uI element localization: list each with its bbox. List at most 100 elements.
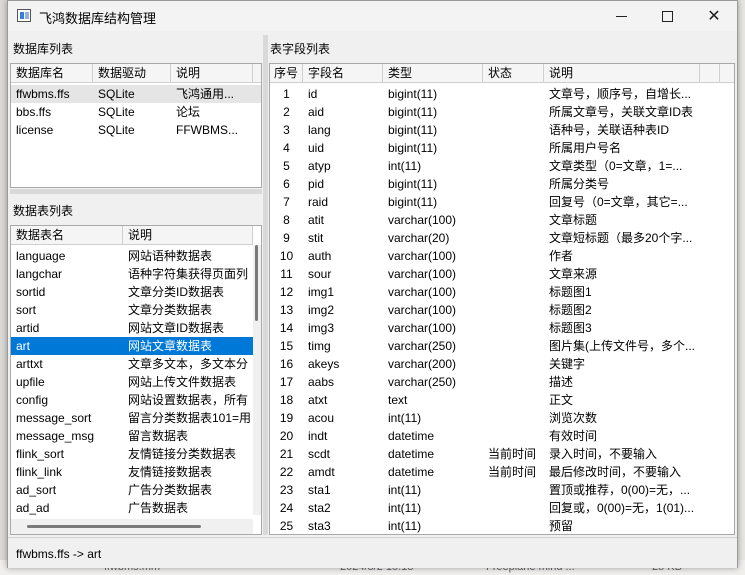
field-col-desc[interactable]: 说明 [544,64,700,83]
field-list-row-cell: int(11) [388,519,422,533]
db-list-row-cell: SQLite [98,87,135,101]
table-list-hscroll-thumb[interactable] [27,525,201,528]
maximize-icon [661,10,673,22]
db-list-row[interactable]: bbs.ffs SQLite 论坛 [11,103,261,121]
field-list-row-cell: 15 [279,339,294,353]
table-list-row[interactable]: upfile 网站上传文件数据表 [11,373,253,391]
field-list-row[interactable]: 1 id bigint(11) 文章号，顺序号，自增长... [270,85,720,103]
field-list-row[interactable]: 12 img1 varchar(100) 标题图1 [270,283,720,301]
table-list-row[interactable]: sortid 文章分类ID数据表 [11,283,253,301]
table-list-row[interactable]: ad_sort 广告分类数据表 [11,481,253,499]
field-list-row[interactable]: 8 atit varchar(100) 文章标题 [270,211,720,229]
field-list-row[interactable]: 10 auth varchar(100) 作者 [270,247,720,265]
field-list-row[interactable]: 11 sour varchar(100) 文章来源 [270,265,720,283]
table-list-row[interactable]: language 网站语种数据表 [11,247,253,265]
table-list[interactable]: 数据表名 说明 language 网站语种数据表 langchar 语种字符集获得页面… [10,225,262,535]
table-list-row[interactable]: config 网站设置数据表，所有 [11,391,253,409]
table-list-row-cell: 文章多文本，多文本分 [128,357,249,371]
field-list-row-cell: 11 [280,267,293,281]
window-title: 飞鸿数据库结构管理 [39,11,157,26]
table-list-vscrollbar[interactable] [253,245,261,515]
field-list-row-cell: 4 [283,141,290,155]
maximize-button[interactable] [644,1,690,31]
field-list-row-cell [483,193,544,211]
field-list-row-cell: 14 [279,321,294,335]
field-list-row[interactable]: 9 stit varchar(20) 文章短标题（最多20个字... [270,229,720,247]
field-list-row-cell: 有效时间 [549,429,598,443]
field-list-row[interactable]: 21 scdt datetime 当前时间 录入时间，不要输入 [270,445,720,463]
field-list-row-cell: bigint(11) [388,105,438,119]
db-list-row[interactable]: license SQLite FFWBMS... [11,121,261,139]
db-list-row-cell: SQLite [98,105,135,119]
field-list-row-cell: 标题图2 [549,303,592,317]
field-list-row[interactable]: 14 img3 varchar(100) 标题图3 [270,319,720,337]
field-list-row-cell: 录入时间，不要输入 [549,447,658,461]
field-col-status[interactable]: 状态 [483,64,544,83]
table-list-vscroll-thumb[interactable] [255,245,258,321]
field-list[interactable]: 序号 字段名 类型 状态 说明 1 id bigint(11) 文章号，顺序号，自增长… [269,63,735,535]
table-list-row[interactable]: message_sort 留言分类数据表101=用 [11,409,253,427]
field-col-extra [700,64,720,83]
table-list-row[interactable]: artid 网站文章ID数据表 [11,319,253,337]
table-col-desc[interactable]: 说明 [123,226,253,245]
field-col-name[interactable]: 字段名 [303,64,383,83]
field-list-row[interactable]: 13 img2 varchar(100) 标题图2 [270,301,720,319]
field-list-row[interactable]: 7 raid bigint(11) 回复号（0=文章，其它=... [270,193,720,211]
field-list-row[interactable]: 2 aid bigint(11) 所属文章号，关联文章ID表 [270,103,720,121]
table-list-row-cell: 网站语种数据表 [128,249,213,263]
field-list-row[interactable]: 23 sta1 int(11) 置顶或推荐，0(00)=无，... [270,481,720,499]
field-list-row-cell: 24 [279,501,294,515]
field-list-row[interactable]: 20 indt datetime 有效时间 [270,427,720,445]
field-list-row[interactable]: 6 pid bigint(11) 所属分类号 [270,175,720,193]
db-col-driver[interactable]: 数据驱动 [93,64,171,83]
field-list-row-cell: varchar(100) [388,213,457,227]
field-list-row[interactable]: 18 atxt text 正文 [270,391,720,409]
field-list-row-cell [483,211,544,229]
table-col-name[interactable]: 数据表名 [11,226,123,245]
field-list-row[interactable]: 5 atyp int(11) 文章类型（0=文章，1=... [270,157,720,175]
table-list-row[interactable]: flink_sort 友情链接分类数据表 [11,445,253,463]
field-list-row-cell [483,247,544,265]
database-list[interactable]: 数据库名 数据驱动 说明 ffwbms.ffs SQLite 飞鸿通用... bbs.… [10,63,262,188]
field-list-row-cell: 预留 [549,519,574,533]
field-list-row[interactable]: 15 timg varchar(250) 图片集(上传文件号，多个... [270,337,720,355]
field-list-row-cell: 文章短标题（最多20个字... [549,231,693,245]
table-list-row[interactable]: arttxt 文章多文本，多文本分 [11,355,253,373]
field-list-row-cell: 关键字 [549,357,586,371]
field-list-row[interactable]: 16 akeys varchar(200) 关键字 [270,355,720,373]
field-col-index[interactable]: 序号 [270,64,303,83]
field-list-row[interactable]: 3 lang bigint(11) 语种号，关联语种表ID [270,121,720,139]
table-list-row[interactable]: sort 文章分类数据表 [11,301,253,319]
db-list-row[interactable]: ffwbms.ffs SQLite 飞鸿通用... [11,85,261,103]
field-list-row-cell [483,391,544,409]
field-list-row[interactable]: 24 sta2 int(11) 回复或，0(00)=无，1(01)... [270,499,720,517]
field-list-row-cell: 20 [279,429,294,443]
field-list-row-cell: bigint(11) [388,87,438,101]
table-list-row[interactable]: ad_ad 广告数据表 [11,499,253,517]
field-col-type[interactable]: 类型 [383,64,483,83]
field-list-row[interactable]: 4 uid bigint(11) 所属用户号名 [270,139,720,157]
table-list-row-cell: 语种字符集获得页面列 [128,267,249,281]
field-list-row-cell: varchar(250) [388,339,457,353]
table-list-row[interactable]: art 网站文章数据表 [11,337,253,355]
field-list-row[interactable]: 22 amdt datetime 当前时间 最后修改时间，不要输入 [270,463,720,481]
minimize-button[interactable] [598,1,644,31]
field-list-row-cell: 标题图1 [549,285,592,299]
field-list-row[interactable]: 25 sta3 int(11) 预留 [270,517,720,534]
left-splitter[interactable] [10,189,262,194]
field-list-row-cell: 正文 [549,393,574,407]
db-col-desc[interactable]: 说明 [171,64,253,83]
field-list-row[interactable]: 19 acou int(11) 浏览次数 [270,409,720,427]
field-list-row-cell: img3 [308,321,335,335]
field-list-row-cell [483,103,544,121]
table-list-row[interactable]: flink_link 友情链接数据表 [11,463,253,481]
title-bar[interactable]: 飞鸿数据库结构管理 ✕ [8,1,737,31]
table-list-row-cell: 广告分类数据表 [128,483,213,497]
table-list-row[interactable]: message_msg 留言数据表 [11,427,253,445]
close-button[interactable]: ✕ [691,1,737,31]
center-splitter[interactable] [263,35,268,535]
table-list-hscrollbar[interactable] [11,519,253,534]
field-list-row[interactable]: 17 aabs varchar(250) 描述 [270,373,720,391]
db-col-name[interactable]: 数据库名 [11,64,93,83]
table-list-row[interactable]: langchar 语种字符集获得页面列 [11,265,253,283]
